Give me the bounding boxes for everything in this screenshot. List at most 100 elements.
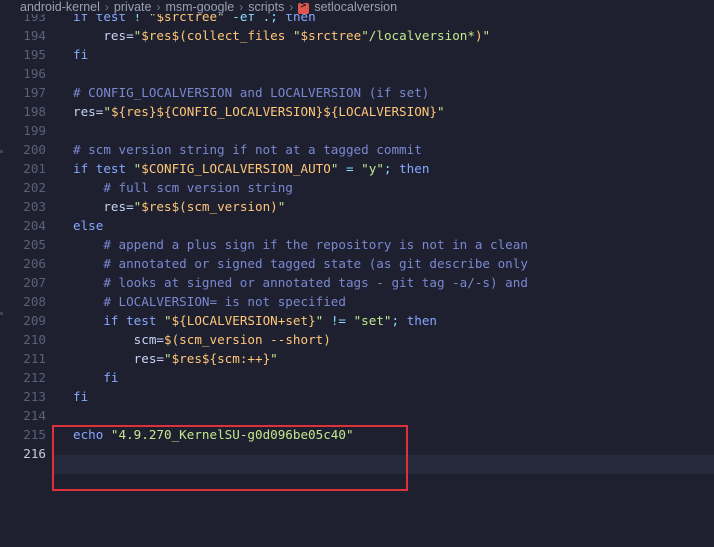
code-token: $srctree: [300, 28, 362, 43]
code-text[interactable]: else: [73, 216, 103, 235]
breadcrumb-file[interactable]: setlocalversion: [314, 0, 397, 14]
code-token: $res: [141, 28, 172, 43]
code-text[interactable]: fi: [73, 45, 88, 64]
code-line[interactable]: 211 res="$res${scm:++}": [0, 349, 714, 368]
code-line[interactable]: 195 fi: [0, 45, 714, 64]
code-line[interactable]: 205 # append a plus sign if the reposito…: [0, 235, 714, 254]
code-token: $res$(: [141, 199, 187, 214]
code-line[interactable]: 207 # looks at signed or annotated tags …: [0, 273, 714, 292]
code-token: scm=: [73, 332, 164, 347]
code-line[interactable]: 198 res="${res}${CONFIG_LOCALVERSION}${LO…: [0, 102, 714, 121]
line-number: 201: [23, 161, 46, 176]
code-text[interactable]: res="${res}${CONFIG_LOCALVERSION}${LOCAL…: [73, 102, 445, 121]
code-editor[interactable]: 193 if test ! "$srctree" -ef .; then 194 r…: [0, 9, 714, 547]
code-text[interactable]: if test "${LOCALVERSION+set}" != "set"; …: [73, 311, 437, 330]
code-text[interactable]: # append a plus sign if the repository i…: [73, 235, 528, 254]
code-token: $(: [164, 332, 180, 347]
line-number: 208: [23, 294, 46, 309]
line-number: 213: [23, 389, 46, 404]
code-line[interactable]: 200 # scm version string if not at a tagg…: [0, 140, 714, 159]
line-number: 197: [23, 85, 46, 100]
line-number: 210: [23, 332, 46, 347]
code-text[interactable]: fi: [73, 387, 88, 406]
code-token: fi: [73, 370, 119, 385]
code-text[interactable]: res="$res$(collect_files "$srctree"/loca…: [73, 26, 490, 45]
code-token: # scm version string if not at a tagged …: [73, 142, 422, 157]
code-token: # full scm version string: [73, 180, 293, 195]
line-number: 195: [23, 47, 46, 62]
line-number: 214: [23, 408, 46, 423]
code-token: ${LOCALVERSION+set}: [171, 313, 316, 328]
code-token: $CONFIG_LOCALVERSION_AUTO: [141, 161, 331, 176]
code-token: $(: [171, 28, 187, 43]
code-line[interactable]: 202 # full scm version string: [0, 178, 714, 197]
line-number: 211: [23, 351, 46, 366]
code-line[interactable]: 197 # CONFIG_LOCALVERSION and LOCALVERSIO…: [0, 83, 714, 102]
code-token: res=: [73, 351, 164, 366]
code-text[interactable]: fi: [73, 368, 119, 387]
code-text[interactable]: # looks at signed or annotated tags - gi…: [73, 273, 528, 292]
code-token: ;: [391, 313, 407, 328]
code-line[interactable]: 208 # LOCALVERSION= is not specified: [0, 292, 714, 311]
code-line[interactable]: 201 if test "$CONFIG_LOCALVERSION_AUTO" =…: [0, 159, 714, 178]
line-number: 194: [23, 28, 46, 43]
chevron-right-icon: ›: [289, 0, 294, 14]
breadcrumb-item-android-kernel[interactable]: android-kernel: [20, 0, 100, 14]
code-token: else: [73, 218, 104, 233]
code-text[interactable]: # annotated or signed tagged state (as g…: [73, 254, 528, 273]
line-number: 205: [23, 237, 46, 252]
code-text[interactable]: scm=$(scm_version --short): [73, 330, 331, 349]
code-line[interactable]: 213 fi: [0, 387, 714, 406]
code-token: res=: [73, 104, 104, 119]
code-token: fi: [73, 47, 89, 62]
code-line[interactable]: 196: [0, 64, 714, 83]
breadcrumb-item-msm-google[interactable]: msm-google: [165, 0, 234, 14]
code-text[interactable]: # CONFIG_LOCALVERSION and LOCALVERSION (…: [73, 83, 429, 102]
code-text[interactable]: # LOCALVERSION= is not specified: [73, 292, 346, 311]
line-number: 212: [23, 370, 46, 385]
line-number: 196: [23, 66, 46, 81]
red-annotation-box: [52, 425, 408, 491]
code-line[interactable]: 204 else: [0, 216, 714, 235]
chevron-right-icon: ›: [156, 0, 161, 14]
code-token: "y": [361, 161, 384, 176]
code-line[interactable]: 194 res="$res$(collect_files "$srctree"/…: [0, 26, 714, 45]
code-token: ": [277, 199, 286, 214]
line-number: 200: [23, 142, 46, 157]
gutter-marker: [0, 312, 3, 315]
code-line[interactable]: 206 # annotated or signed tagged state (…: [0, 254, 714, 273]
code-text[interactable]: # scm version string if not at a tagged …: [73, 140, 422, 159]
code-line[interactable]: 199: [0, 121, 714, 140]
line-number: 199: [23, 123, 46, 138]
code-token: "set": [353, 313, 392, 328]
code-text[interactable]: res="$res$(scm_version)": [73, 197, 285, 216]
code-token: # CONFIG_LOCALVERSION and LOCALVERSION (…: [73, 85, 430, 100]
code-token: # LOCALVERSION= is not specified: [73, 294, 346, 309]
code-token: ": [482, 28, 491, 43]
code-line[interactable]: 214: [0, 406, 714, 425]
chevron-right-icon: ›: [104, 0, 109, 14]
code-token: ": [164, 351, 172, 366]
code-text[interactable]: res="$res${scm:++}": [73, 349, 278, 368]
code-token: ": [436, 104, 445, 119]
code-text[interactable]: # full scm version string: [73, 178, 293, 197]
code-line[interactable]: 212 fi: [0, 368, 714, 387]
code-token: ;: [383, 161, 400, 176]
line-number: 215: [23, 427, 46, 442]
breadcrumb-item-private[interactable]: private: [114, 0, 152, 14]
line-number: 206: [23, 256, 46, 271]
code-line[interactable]: 210 scm=$(scm_version --short): [0, 330, 714, 349]
breadcrumb-item-scripts[interactable]: scripts: [248, 0, 284, 14]
breadcrumb: android-kernel › private › msm-google › …: [0, 0, 714, 14]
code-token: res=: [73, 28, 134, 43]
code-token: ): [474, 28, 483, 43]
code-token: then: [399, 161, 430, 176]
code-token: res=: [73, 199, 134, 214]
code-line[interactable]: 209 if test "${LOCALVERSION+set}" != "se…: [0, 311, 714, 330]
code-token: $res${scm:++}: [171, 351, 271, 366]
code-line[interactable]: 203 res="$res$(scm_version)": [0, 197, 714, 216]
code-token: ): [270, 199, 278, 214]
code-token: if test: [73, 161, 134, 176]
code-text[interactable]: if test "$CONFIG_LOCALVERSION_AUTO" = "y…: [73, 159, 429, 178]
code-token: # looks at signed or annotated tags - gi…: [73, 275, 528, 290]
